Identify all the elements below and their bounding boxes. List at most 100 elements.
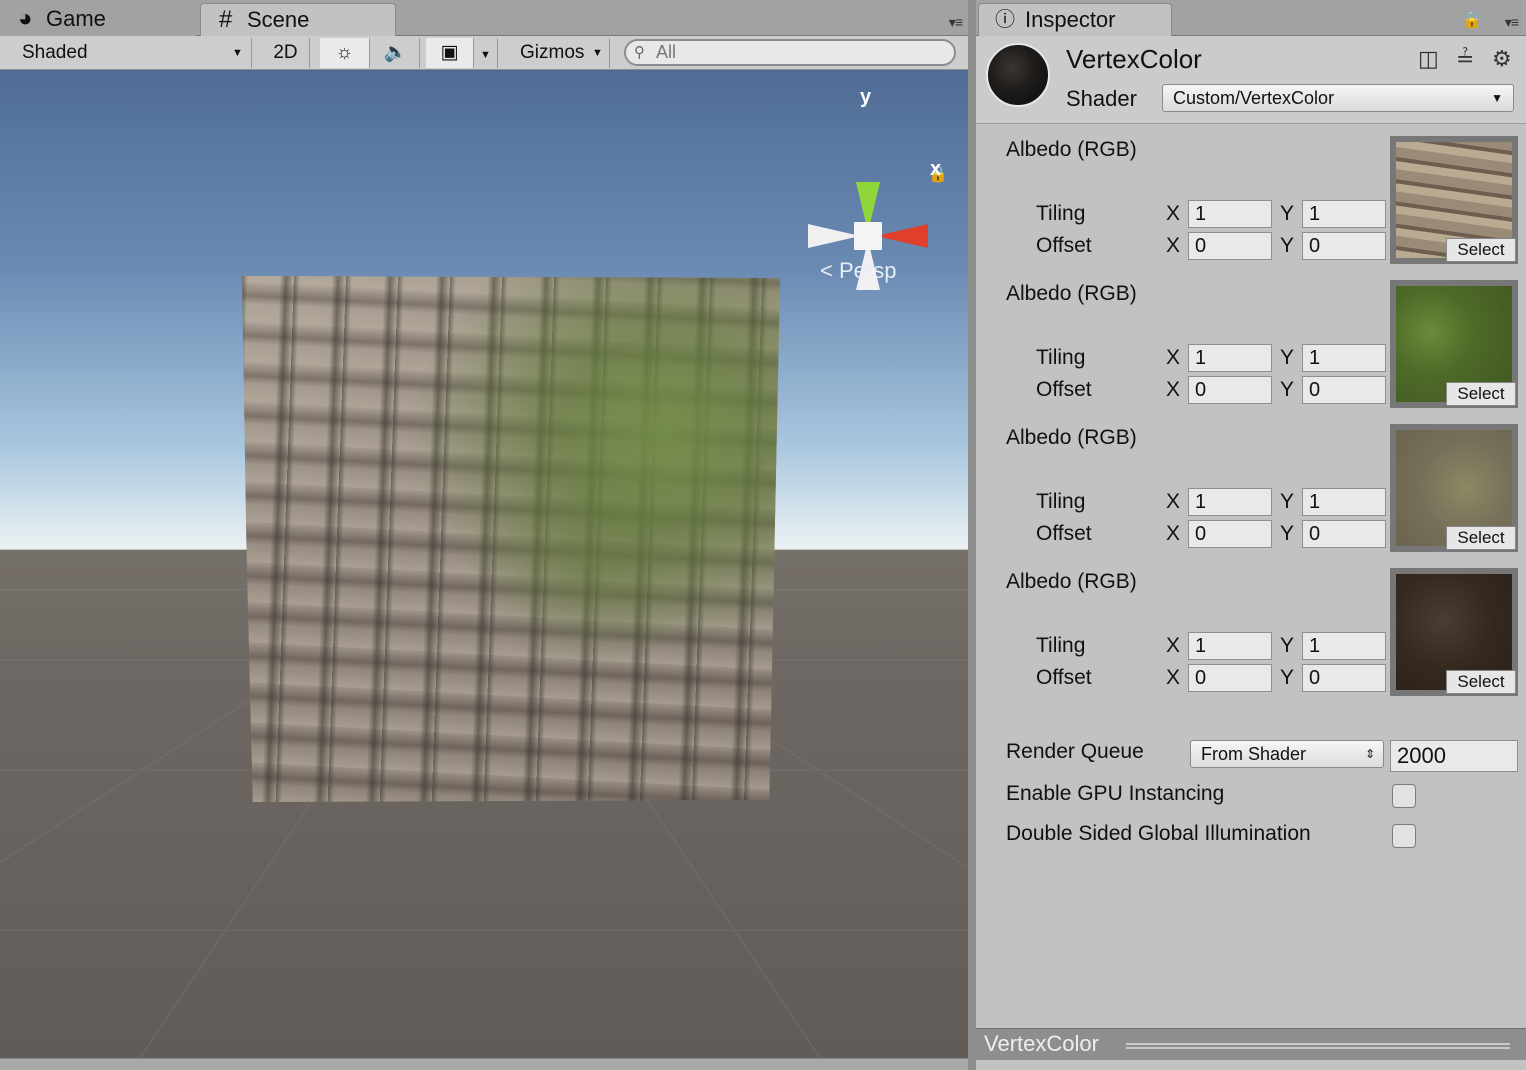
scene-search-input[interactable]: ⚲ All	[624, 39, 956, 66]
draw-mode-label: Shaded	[22, 42, 88, 63]
material-name: VertexColor	[1066, 44, 1202, 74]
preview-header[interactable]: VertexColor	[976, 1028, 1526, 1060]
offset-label: Offset	[1036, 234, 1092, 257]
tiling-y-field[interactable]: 1	[1302, 344, 1386, 372]
effects-toggle[interactable]: ▣	[426, 38, 474, 68]
tiling-x-field[interactable]: 1	[1188, 632, 1272, 660]
gear-icon[interactable]: ⚙	[1492, 46, 1512, 72]
material-header: VertexColor ◫ ≟ ⚙ Shader Custom/VertexCo…	[976, 36, 1526, 124]
offset-y-field[interactable]: 0	[1302, 664, 1386, 692]
gizmo-center-cube[interactable]	[854, 222, 882, 250]
tab-game-label: Game	[46, 6, 106, 31]
tiling-x-field[interactable]: 1	[1188, 200, 1272, 228]
texture-slot[interactable]: Select	[1390, 424, 1518, 552]
texture-property: Albedo (RGB) Tiling Offset X 1 Y 1 X 0 Y…	[976, 126, 1526, 270]
gizmos-dropdown[interactable]: Gizmos ▼	[510, 38, 610, 68]
tiling-y-field[interactable]: 1	[1302, 488, 1386, 516]
y-label: Y	[1280, 202, 1295, 225]
neg-x-axis-cone[interactable]	[808, 224, 860, 248]
select-texture-button[interactable]: Select	[1446, 670, 1516, 694]
x-label: X	[1166, 346, 1181, 369]
info-icon: ⓘ	[995, 9, 1015, 31]
textured-quad[interactable]	[242, 276, 780, 802]
speaker-icon: 🔈	[383, 42, 408, 63]
hash-icon: #	[219, 6, 233, 33]
y-label: Y	[1280, 346, 1295, 369]
tab-scene-label: Scene	[247, 7, 310, 32]
effects-dropdown[interactable]: ▼	[474, 38, 498, 68]
chevron-down-icon: ▼	[1491, 91, 1503, 105]
gpu-instancing-label: Enable GPU Instancing	[1006, 782, 1225, 805]
texture-slot[interactable]: Select	[1390, 280, 1518, 408]
toggle-2d-label: 2D	[273, 42, 298, 63]
texture-slot[interactable]: Select	[1390, 136, 1518, 264]
drag-handle[interactable]	[1126, 1043, 1510, 1049]
search-icon: ⚲	[634, 44, 645, 61]
select-texture-button[interactable]: Select	[1446, 238, 1516, 262]
albedo-label: Albedo (RGB)	[1006, 282, 1137, 305]
select-texture-button[interactable]: Select	[1446, 526, 1516, 550]
offset-x-field[interactable]: 0	[1188, 376, 1272, 404]
render-queue-dropdown[interactable]: From Shader ⇕	[1190, 740, 1384, 768]
offset-y-field[interactable]: 0	[1302, 232, 1386, 260]
panel-menu-icon[interactable]: ▾≡	[949, 14, 963, 31]
tiling-x-field[interactable]: 1	[1188, 344, 1272, 372]
y-label: Y	[1280, 234, 1295, 257]
tab-scene[interactable]: # Scene	[200, 3, 396, 36]
texture-property: Albedo (RGB) Tiling Offset X 1 Y 1 X 0 Y…	[976, 414, 1526, 558]
x-label: X	[1166, 634, 1181, 657]
scene-tabbar: ◕ Game # Scene ▾≡	[0, 0, 970, 36]
preset-sliders-icon[interactable]: ≟	[1456, 46, 1474, 72]
gizmo-y-label: y	[860, 86, 872, 108]
albedo-label: Albedo (RGB)	[1006, 426, 1137, 449]
tiling-label: Tiling	[1036, 490, 1086, 513]
offset-label: Offset	[1036, 666, 1092, 689]
scene-toolbar: Shaded ▼ 2D ☼ 🔈 ▣ ▼ Gizmos ▼ ⚲ All	[0, 36, 970, 70]
x-label: X	[1166, 378, 1181, 401]
sun-icon: ☼	[335, 42, 354, 63]
lock-icon[interactable]: 🔒	[1462, 10, 1482, 30]
orientation-gizmo[interactable]	[800, 160, 950, 310]
tab-game[interactable]: ◕ Game	[0, 3, 196, 36]
texture-slot[interactable]: Select	[1390, 568, 1518, 696]
y-label: Y	[1280, 490, 1295, 513]
projection-toggle[interactable]: < Persp	[820, 258, 896, 284]
scene-viewport[interactable]: 🔒 y x < Persp	[0, 70, 968, 1058]
double-sided-gi-checkbox[interactable]	[1392, 824, 1416, 848]
image-icon: ▣	[440, 42, 459, 63]
x-axis-cone[interactable]	[876, 224, 928, 248]
tiling-y-field[interactable]: 1	[1302, 200, 1386, 228]
toggle-2d-button[interactable]: 2D	[262, 38, 310, 68]
offset-x-field[interactable]: 0	[1188, 232, 1272, 260]
panel-divider[interactable]	[968, 0, 976, 1070]
render-queue-label: Render Queue	[1006, 740, 1144, 763]
offset-x-field[interactable]: 0	[1188, 664, 1272, 692]
inspector-panel: ⓘ Inspector 🔒 ▾≡ VertexColor ◫ ≟ ⚙ Shade…	[976, 0, 1526, 1070]
tab-inspector[interactable]: ⓘ Inspector	[978, 3, 1172, 36]
tiling-y-field[interactable]: 1	[1302, 632, 1386, 660]
texture-property: Albedo (RGB) Tiling Offset X 1 Y 1 X 0 Y…	[976, 270, 1526, 414]
draw-mode-dropdown[interactable]: Shaded ▼	[10, 38, 252, 68]
help-book-icon[interactable]: ◫	[1418, 46, 1439, 72]
albedo-label: Albedo (RGB)	[1006, 570, 1137, 593]
chevron-down-icon: ▼	[232, 47, 243, 59]
tiling-x-field[interactable]: 1	[1188, 488, 1272, 516]
offset-y-field[interactable]: 0	[1302, 520, 1386, 548]
offset-x-field[interactable]: 0	[1188, 520, 1272, 548]
scene-panel: ◕ Game # Scene ▾≡ Shaded ▼ 2D ☼ 🔈 ▣ ▼ Gi…	[0, 0, 970, 1070]
texture-property: Albedo (RGB) Tiling Offset X 1 Y 1 X 0 Y…	[976, 558, 1526, 702]
shader-value: Custom/VertexColor	[1173, 88, 1335, 108]
shader-dropdown[interactable]: Custom/VertexColor ▼	[1162, 84, 1514, 112]
panel-menu-icon[interactable]: ▾≡	[1505, 14, 1519, 31]
offset-label: Offset	[1036, 522, 1092, 545]
chevron-left-icon: <	[820, 258, 833, 283]
audio-toggle[interactable]: 🔈	[372, 38, 420, 68]
render-queue-value-field[interactable]: 2000	[1390, 740, 1518, 772]
select-texture-button[interactable]: Select	[1446, 382, 1516, 406]
gizmos-label: Gizmos	[520, 42, 585, 63]
chevron-down-icon: ▼	[592, 47, 603, 59]
scene-bottom-bar	[0, 1058, 970, 1070]
gpu-instancing-checkbox[interactable]	[1392, 784, 1416, 808]
lighting-toggle[interactable]: ☼	[320, 38, 370, 68]
offset-y-field[interactable]: 0	[1302, 376, 1386, 404]
